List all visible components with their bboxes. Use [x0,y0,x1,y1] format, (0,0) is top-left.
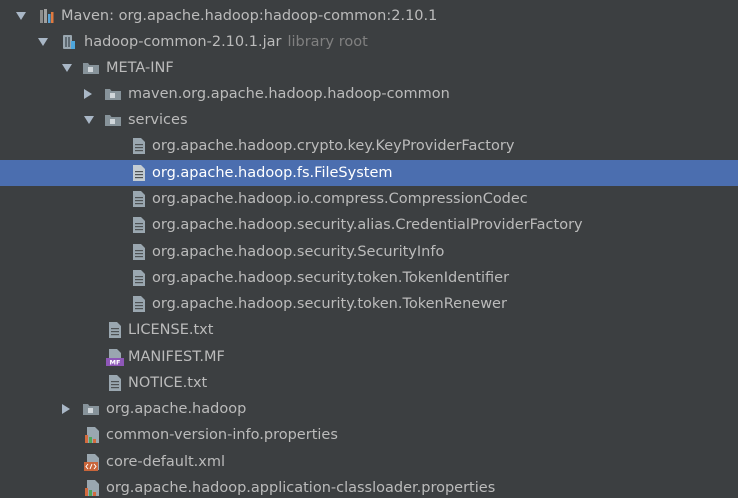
jar-name: hadoop-common-2.10.1.jar [84,34,282,50]
manifest-file-icon: MF [106,349,124,367]
expand-arrow-icon[interactable] [83,107,95,133]
package-icon [83,63,99,74]
properties-file-icon [85,480,99,496]
jar-icon [63,35,75,49]
tree-node-maven-library[interactable]: Maven: org.apache.hadoop:hadoop-common:2… [0,3,738,29]
text-file-icon [133,217,145,233]
manifest-badge: MF [110,359,121,367]
tree-node-service-file[interactable]: org.apache.hadoop.security.token.TokenId… [0,265,738,291]
collapsed-arrow-icon[interactable] [82,81,94,107]
text-file-icon [133,244,145,260]
text-file-icon [133,165,145,181]
tree-node-service-file[interactable]: org.apache.hadoop.security.SecurityInfo [0,239,738,265]
tree-node-label: META-INF [106,60,174,76]
tree-node-label: org.apache.hadoop.security.token.TokenId… [152,270,510,286]
tree-node-label: MANIFEST.MF [128,349,225,365]
tree-node-label: org.apache.hadoop.crypto.key.KeyProvider… [152,138,515,154]
tree-node-properties-file[interactable]: common-version-info.properties [0,422,738,448]
tree-node-label: hadoop-common-2.10.1.jar library root [84,29,368,55]
tree-node-label: LICENSE.txt [128,322,214,338]
tree-node-label: NOTICE.txt [128,375,208,391]
tree-node-jar[interactable]: hadoop-common-2.10.1.jar library root [0,29,738,55]
text-file-icon [133,270,145,286]
tree-node-meta-inf[interactable]: META-INF [0,55,738,81]
expand-arrow-icon[interactable] [61,55,73,81]
tree-node-maven-folder[interactable]: maven.org.apache.hadoop.hadoop-common [0,81,738,107]
expand-arrow-icon[interactable] [37,29,49,55]
tree-node-label: common-version-info.properties [106,427,338,443]
collapsed-arrow-icon[interactable] [60,396,72,422]
tree-node-label: org.apache.hadoop.application-classloade… [106,480,496,496]
tree-node-label: org.apache.hadoop.security.token.TokenRe… [152,296,507,312]
tree-node-label: core-default.xml [106,454,226,470]
tree-node-service-file[interactable]: org.apache.hadoop.security.alias.Credent… [0,212,738,238]
package-icon [105,115,121,126]
tree-node-hadoop-package[interactable]: org.apache.hadoop [0,396,738,422]
tree-node-manifest-file[interactable]: MF MANIFEST.MF [0,344,738,370]
tree-node-service-file-selected[interactable]: org.apache.hadoop.fs.FileSystem [0,160,738,186]
tree-node-label: org.apache.hadoop.security.alias.Credent… [152,217,583,233]
tree-node-xml-file[interactable]: core-default.xml [0,449,738,475]
text-file-icon [109,322,121,338]
tree-node-service-file[interactable]: org.apache.hadoop.io.compress.Compressio… [0,186,738,212]
text-file-icon [133,138,145,154]
properties-file-icon [85,427,99,443]
tree-node-services-folder[interactable]: services [0,107,738,133]
expand-arrow-icon[interactable] [15,3,27,29]
tree-node-label: org.apache.hadoop.security.SecurityInfo [152,244,445,260]
xml-file-icon [84,454,99,471]
tree-node-notice-file[interactable]: NOTICE.txt [0,370,738,396]
tree-node-label: services [128,112,188,128]
tree-node-label: Maven: org.apache.hadoop:hadoop-common:2… [61,8,438,24]
tree-node-service-file[interactable]: org.apache.hadoop.crypto.key.KeyProvider… [0,133,738,159]
library-root-hint: library root [287,34,368,50]
package-icon [105,89,121,100]
package-icon [83,404,99,415]
tree-node-label: org.apache.hadoop [106,401,247,417]
tree-node-license-file[interactable]: LICENSE.txt [0,317,738,343]
tree-node-service-file[interactable]: org.apache.hadoop.security.token.TokenRe… [0,291,738,317]
tree-node-label: org.apache.hadoop.io.compress.Compressio… [152,191,528,207]
tree-node-label: org.apache.hadoop.fs.FileSystem [152,165,393,181]
text-file-icon [133,296,145,312]
project-tree: Maven: org.apache.hadoop:hadoop-common:2… [0,0,738,498]
tree-node-label: maven.org.apache.hadoop.hadoop-common [128,86,450,102]
tree-node-properties-file[interactable]: org.apache.hadoop.application-classloade… [0,475,738,498]
text-file-icon [109,375,121,391]
text-file-icon [133,191,145,207]
maven-library-icon [40,9,54,23]
